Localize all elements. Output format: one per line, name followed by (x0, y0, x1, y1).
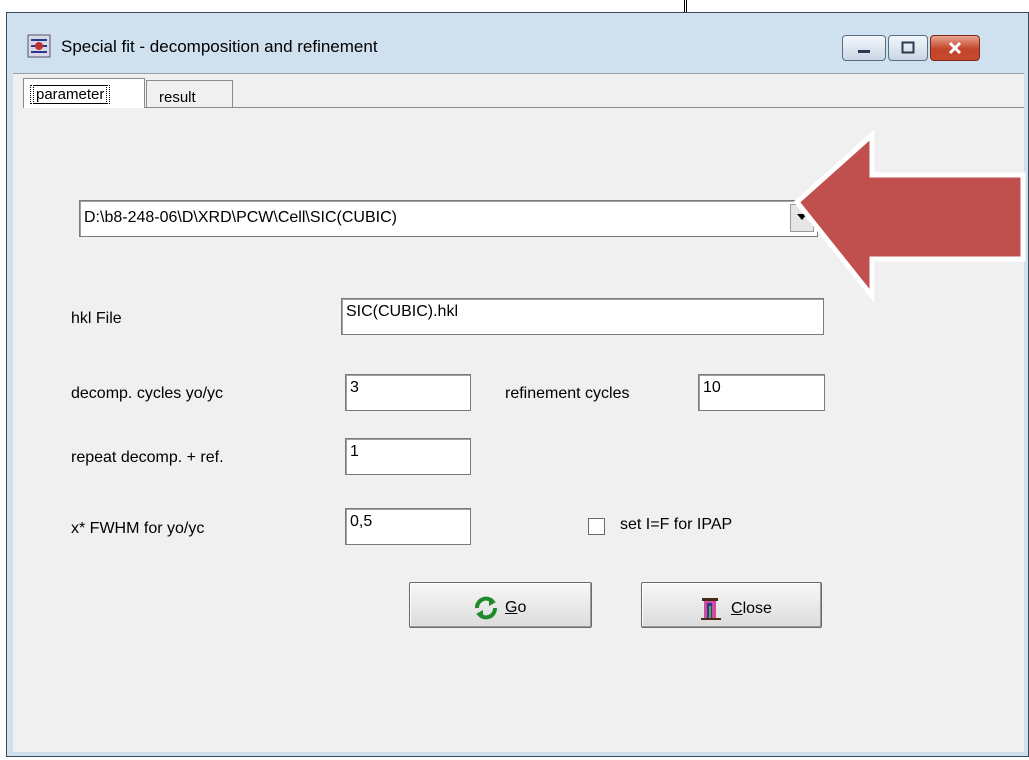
hkl-file-label: hkl File (71, 310, 122, 327)
tab-parameter-label: parameter (33, 85, 108, 104)
maximize-icon (901, 41, 915, 54)
decomp-cycles-input[interactable]: 3 (345, 374, 471, 411)
fwhm-input[interactable]: 0,5 (345, 508, 471, 545)
dialog-window: Special fit - decomposition and refineme… (6, 12, 1029, 757)
refresh-icon (475, 596, 497, 620)
hkl-file-value: SIC(CUBIC).hkl (346, 303, 459, 320)
title-bar[interactable]: Special fit - decomposition and refineme… (7, 13, 1028, 73)
path-combobox-value: D:\b8-248-06\D\XRD\PCW\Cell\SIC(CUBIC) (84, 209, 397, 226)
close-button[interactable]: Close (641, 582, 822, 628)
go-label-rest: o (517, 599, 527, 616)
tab-result-label: result (159, 89, 196, 106)
tab-parameter[interactable]: parameter (23, 78, 145, 108)
fwhm-value: 0,5 (350, 513, 373, 530)
refinement-cycles-input[interactable]: 10 (698, 374, 825, 411)
minimize-button[interactable] (842, 35, 886, 61)
decomp-cycles-label: decomp. cycles yo/yc (71, 385, 224, 402)
refinement-cycles-label: refinement cycles (505, 385, 630, 402)
tab-result[interactable]: result (146, 80, 233, 108)
path-combobox[interactable]: D:\b8-248-06\D\XRD\PCW\Cell\SIC(CUBIC) (79, 200, 818, 237)
close-mnemonic: C (731, 600, 743, 617)
set-ipap-checkbox[interactable] (588, 518, 605, 535)
window-title: Special fit - decomposition and refineme… (61, 37, 378, 56)
repeat-input[interactable]: 1 (345, 438, 471, 475)
close-label-rest: lose (742, 600, 772, 617)
app-icon (27, 34, 51, 58)
door-exit-icon (701, 598, 721, 620)
annotation-arrow (793, 129, 1026, 303)
fwhm-label: x* FWHM for yo/yc (71, 520, 205, 537)
close-window-button[interactable] (930, 35, 980, 61)
repeat-label: repeat decomp. + ref. (71, 449, 224, 466)
decomp-cycles-value: 3 (350, 379, 359, 396)
set-ipap-label: set I=F for IPAP (620, 516, 733, 533)
close-icon (948, 41, 962, 55)
go-mnemonic: G (505, 599, 518, 616)
minimize-icon (858, 50, 870, 53)
maximize-button[interactable] (888, 35, 928, 61)
refinement-cycles-value: 10 (703, 379, 721, 396)
go-button[interactable]: Go (409, 582, 592, 628)
hkl-file-input[interactable]: SIC(CUBIC).hkl (341, 298, 824, 335)
repeat-value: 1 (350, 443, 359, 460)
